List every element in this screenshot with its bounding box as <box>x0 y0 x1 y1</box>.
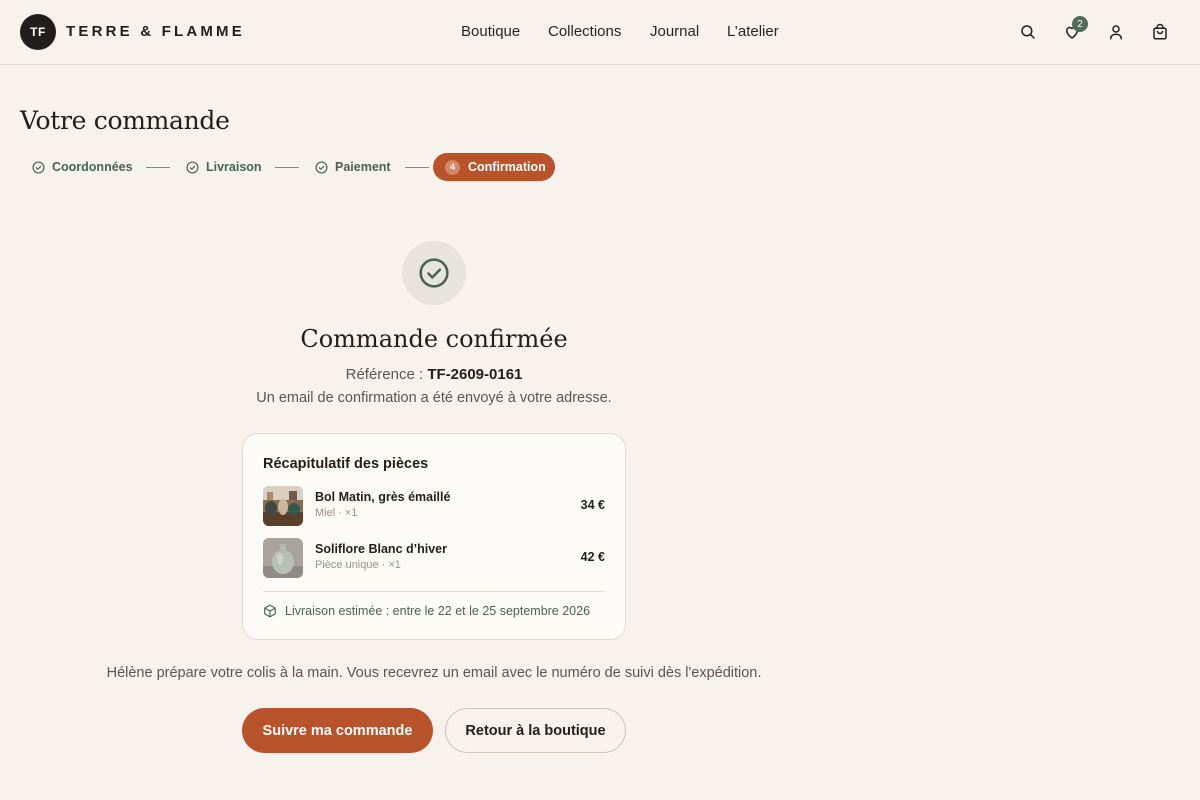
item-price: 34 € <box>580 498 605 512</box>
step-label: Livraison <box>206 160 262 174</box>
check-circle-icon <box>186 160 199 174</box>
search-icon[interactable] <box>1016 20 1040 44</box>
reference-value: TF-2609-0161 <box>427 366 523 383</box>
back-to-shop-button[interactable]: Retour à la boutique <box>445 708 626 753</box>
step-paiement[interactable]: Paiement <box>315 158 391 176</box>
list-item: Soliflore Blanc d’hiver Pièce unique · ×… <box>263 538 605 578</box>
step-coordonnees[interactable]: Coordonnées <box>32 158 133 176</box>
summary-title: Récapitulatif des pièces <box>263 456 429 472</box>
page-title: Votre commande <box>20 106 230 135</box>
nav-atelier[interactable]: L’atelier <box>727 23 779 40</box>
product-thumbnail <box>263 486 303 526</box>
confirmation-title: Commande confirmée <box>300 325 568 353</box>
check-circle-icon <box>315 160 328 174</box>
wishlist-count-badge: 2 <box>1072 16 1088 32</box>
divider <box>263 591 605 592</box>
item-name: Bol Matin, grès émaillé <box>315 490 451 504</box>
shopping-bag-icon[interactable] <box>1148 20 1172 44</box>
reference-label: Référence : <box>345 366 424 383</box>
check-circle-icon <box>32 160 45 174</box>
step-number: 4 <box>445 159 460 175</box>
success-check-icon <box>402 241 466 305</box>
item-name: Soliflore Blanc d’hiver <box>315 542 447 556</box>
package-icon <box>264 604 276 618</box>
delivery-estimate: Livraison estimée : entre le 22 et le 25… <box>263 604 590 618</box>
step-connector <box>275 167 299 168</box>
step-label: Confirmation <box>468 160 546 174</box>
step-label: Coordonnées <box>52 160 133 174</box>
item-meta: Pièce unique · ×1 <box>315 559 401 571</box>
delivery-text: Livraison estimée : entre le 22 et le 25… <box>285 604 591 618</box>
nav-boutique[interactable]: Boutique <box>461 23 520 40</box>
step-confirmation: 4 Confirmation <box>433 153 555 181</box>
order-summary-card: Récapitulatif des pièces Bol Matin, grès… <box>242 433 626 640</box>
step-connector <box>405 167 429 168</box>
site-header: TF TERRE & FLAMME Boutique Collections J… <box>0 0 1200 65</box>
step-livraison[interactable]: Livraison <box>186 158 262 176</box>
email-confirmation-note: Un email de confirmation a été envoyé à … <box>256 390 612 406</box>
nav-journal[interactable]: Journal <box>650 23 699 40</box>
track-order-button[interactable]: Suivre ma commande <box>242 708 433 753</box>
item-meta: Miel · ×1 <box>315 507 358 519</box>
product-thumbnail <box>263 538 303 578</box>
item-price: 42 € <box>580 550 605 564</box>
step-connector <box>146 167 170 168</box>
preparation-note: Hélène prépare votre colis à la main. Vo… <box>106 665 762 681</box>
user-icon[interactable] <box>1104 20 1128 44</box>
order-reference: Référence : TF-2609-0161 <box>234 366 634 383</box>
nav-collections[interactable]: Collections <box>548 23 621 40</box>
step-label: Paiement <box>335 160 391 174</box>
list-item: Bol Matin, grès émaillé Miel · ×1 34 € <box>263 486 605 526</box>
